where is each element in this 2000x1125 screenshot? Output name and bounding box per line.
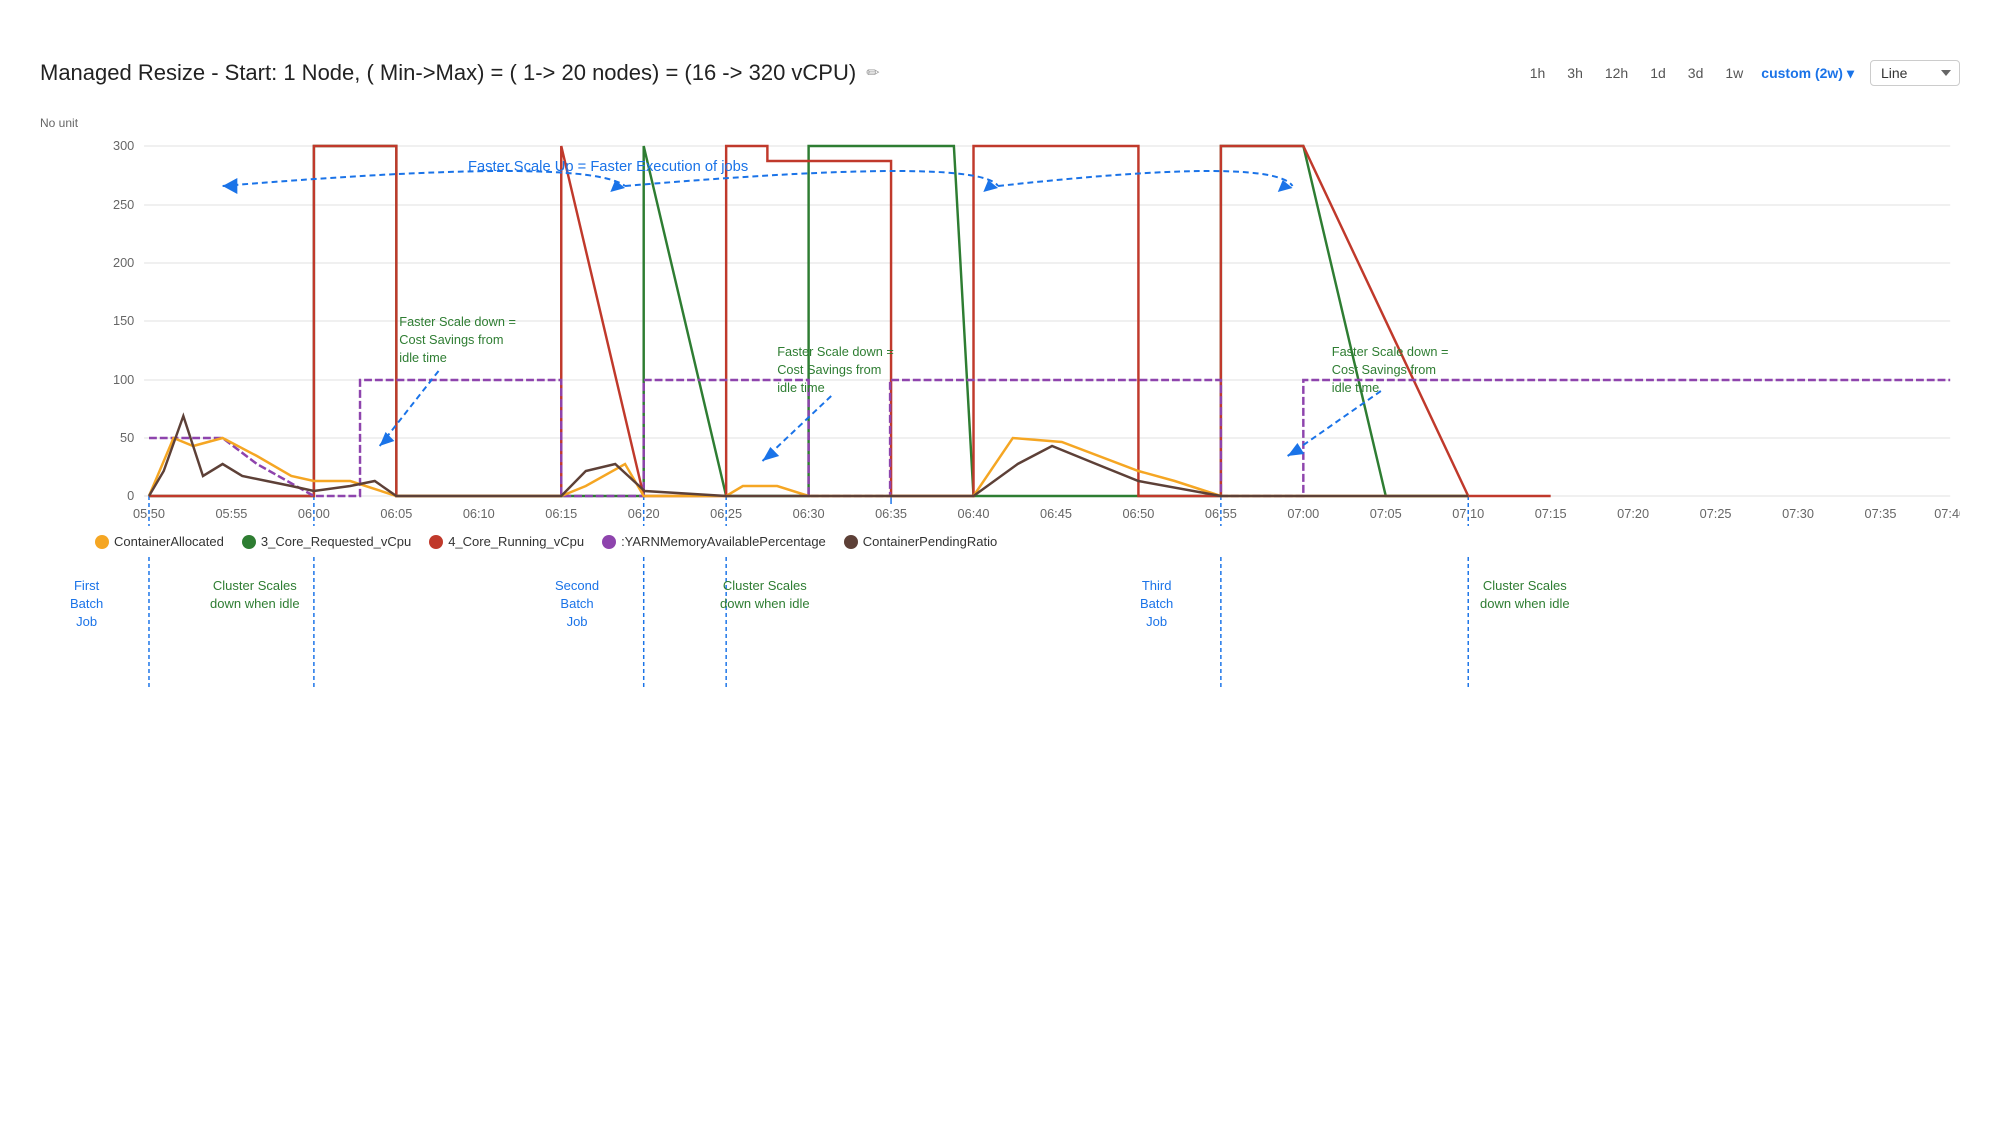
legend-color-container-pending <box>844 535 858 549</box>
time-btn-3h[interactable]: 3h <box>1563 63 1587 83</box>
svg-text:300: 300 <box>113 138 134 153</box>
svg-text:06:45: 06:45 <box>1040 506 1072 521</box>
legend-item-4core: 4_Core_Running_vCpu <box>429 534 584 549</box>
annotation-third-batch: ThirdBatchJob <box>1140 577 1173 632</box>
svg-text:06:40: 06:40 <box>958 506 990 521</box>
svg-text:0: 0 <box>127 488 134 503</box>
page-title: Managed Resize - Start: 1 Node, ( Min->M… <box>40 60 856 86</box>
legend-color-3core <box>242 535 256 549</box>
legend-label-container-pending: ContainerPendingRatio <box>863 534 997 549</box>
controls-area: 1h 3h 12h 1d 3d 1w custom (2w) ▾ Line Ba… <box>1526 60 1960 86</box>
legend-label-4core: 4_Core_Running_vCpu <box>448 534 584 549</box>
svg-text:06:05: 06:05 <box>380 506 412 521</box>
annotation-cluster-down-1: Cluster Scalesdown when idle <box>210 577 300 613</box>
title-area: Managed Resize - Start: 1 Node, ( Min->M… <box>40 60 880 86</box>
legend-color-4core <box>429 535 443 549</box>
time-btn-1h[interactable]: 1h <box>1526 63 1550 83</box>
chart-wrapper: No unit .grid-line { stroke: #e0e0e0; st… <box>40 106 1960 526</box>
legend-item-container-allocated: ContainerAllocated <box>95 534 224 549</box>
svg-text:200: 200 <box>113 255 134 270</box>
edit-icon[interactable]: ✏ <box>866 63 879 83</box>
time-buttons: 1h 3h 12h 1d 3d 1w custom (2w) ▾ <box>1526 63 1854 83</box>
bottom-annotations: FirstBatchJob Cluster Scalesdown when id… <box>40 557 1960 687</box>
legend-item-3core: 3_Core_Requested_vCpu <box>242 534 411 549</box>
svg-text:Faster Scale down =: Faster Scale down = <box>777 344 894 359</box>
header-row: Managed Resize - Start: 1 Node, ( Min->M… <box>40 60 1960 86</box>
svg-text:07:30: 07:30 <box>1782 506 1814 521</box>
svg-text:Faster Scale down =: Faster Scale down = <box>1332 344 1449 359</box>
legend-label-container-allocated: ContainerAllocated <box>114 534 224 549</box>
annotation-cluster-down-3: Cluster Scalesdown when idle <box>1480 577 1570 613</box>
svg-text:06:35: 06:35 <box>875 506 907 521</box>
y-axis-label: No unit <box>40 116 78 130</box>
svg-text:250: 250 <box>113 197 134 212</box>
annotation-cluster-down-2: Cluster Scalesdown when idle <box>720 577 810 613</box>
svg-text:50: 50 <box>120 430 134 445</box>
annotation-second-batch: SecondBatchJob <box>555 577 599 632</box>
time-btn-12h[interactable]: 12h <box>1601 63 1632 83</box>
main-chart-svg: .grid-line { stroke: #e0e0e0; stroke-wid… <box>95 106 1960 526</box>
chevron-down-icon: ▾ <box>1847 65 1854 82</box>
svg-text:07:00: 07:00 <box>1287 506 1319 521</box>
legend-color-yarn <box>602 535 616 549</box>
chart-type-select[interactable]: Line Bar Area <box>1870 60 1960 86</box>
svg-text:idle time: idle time <box>777 380 825 395</box>
page-container: Managed Resize - Start: 1 Node, ( Min->M… <box>0 0 2000 1125</box>
legend-label-yarn: :YARNMemoryAvailablePercentage <box>621 534 826 549</box>
legend-row: ContainerAllocated 3_Core_Requested_vCpu… <box>40 534 1960 549</box>
time-btn-3d[interactable]: 3d <box>1684 63 1708 83</box>
svg-text:100: 100 <box>113 372 134 387</box>
svg-text:06:50: 06:50 <box>1122 506 1154 521</box>
custom-time-label: custom (2w) <box>1761 65 1843 81</box>
legend-color-container-allocated <box>95 535 109 549</box>
custom-time-dropdown[interactable]: custom (2w) ▾ <box>1761 65 1854 82</box>
legend-label-3core: 3_Core_Requested_vCpu <box>261 534 411 549</box>
svg-text:idle time: idle time <box>1332 380 1380 395</box>
svg-text:06:10: 06:10 <box>463 506 495 521</box>
svg-text:Cost Savings from: Cost Savings from <box>399 332 503 347</box>
svg-text:07:05: 07:05 <box>1370 506 1402 521</box>
svg-text:Cost Savings from: Cost Savings from <box>777 362 881 377</box>
annotation-lines-svg <box>95 557 1960 687</box>
svg-text:07:20: 07:20 <box>1617 506 1649 521</box>
svg-text:05:55: 05:55 <box>215 506 247 521</box>
annotation-first-batch: FirstBatchJob <box>70 577 103 632</box>
svg-text:07:40: 07:40 <box>1934 506 1960 521</box>
time-btn-1w[interactable]: 1w <box>1721 63 1747 83</box>
chart-area: .grid-line { stroke: #e0e0e0; stroke-wid… <box>95 106 1960 526</box>
svg-text:07:35: 07:35 <box>1865 506 1897 521</box>
svg-text:150: 150 <box>113 313 134 328</box>
svg-text:06:30: 06:30 <box>793 506 825 521</box>
svg-text:Faster Scale Up = Faster Execu: Faster Scale Up = Faster Execution of jo… <box>468 159 748 175</box>
time-btn-1d[interactable]: 1d <box>1646 63 1670 83</box>
legend-item-yarn: :YARNMemoryAvailablePercentage <box>602 534 826 549</box>
svg-text:idle time: idle time <box>399 350 447 365</box>
svg-text:06:15: 06:15 <box>545 506 577 521</box>
svg-text:07:25: 07:25 <box>1700 506 1732 521</box>
svg-text:Cost Savings from: Cost Savings from <box>1332 362 1436 377</box>
legend-item-container-pending: ContainerPendingRatio <box>844 534 997 549</box>
svg-text:07:15: 07:15 <box>1535 506 1567 521</box>
svg-text:Faster Scale down =: Faster Scale down = <box>399 314 516 329</box>
